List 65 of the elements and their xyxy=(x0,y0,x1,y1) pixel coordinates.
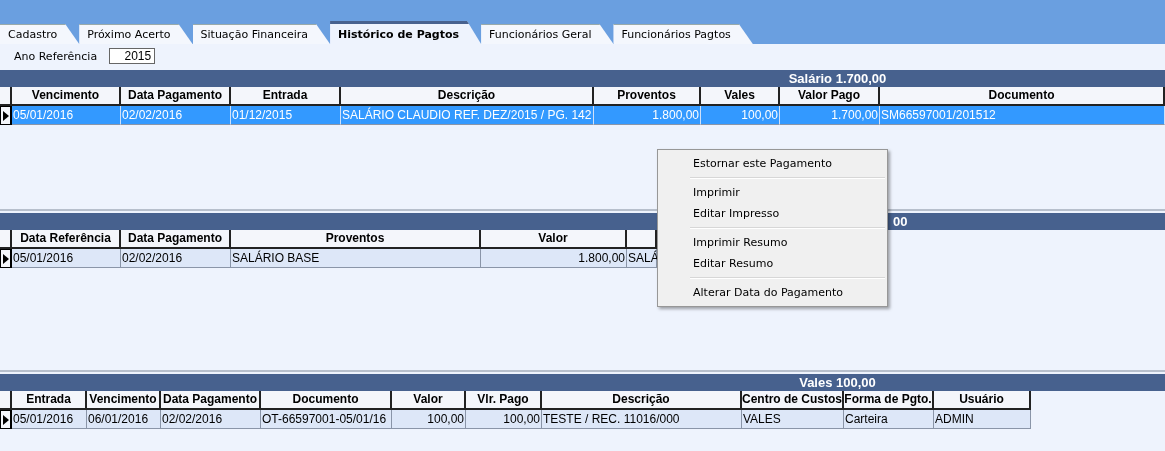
column-header[interactable]: Centro de Custos xyxy=(742,391,844,410)
menu-item[interactable]: Editar Resumo xyxy=(660,253,885,274)
table-cell: 100,00 xyxy=(701,106,780,125)
column-header[interactable]: Entrada xyxy=(231,87,341,106)
row-pointer-icon xyxy=(2,110,9,121)
column-header[interactable]: Entrada xyxy=(12,391,87,410)
row-pointer-icon xyxy=(2,414,9,425)
panel-title: 00 xyxy=(893,214,908,229)
tab[interactable]: Próximo Acerto xyxy=(79,24,193,44)
column-header[interactable]: Descrição xyxy=(542,391,742,410)
column-header[interactable]: Valor xyxy=(481,230,627,249)
table-cell: 06/01/2016 xyxy=(87,410,161,429)
column-header[interactable]: Vales xyxy=(701,87,780,106)
table-cell: 1.800,00 xyxy=(481,249,627,268)
column-header[interactable] xyxy=(627,230,657,249)
column-header[interactable]: Data Pagamento xyxy=(121,87,231,106)
table-cell: 1.800,00 xyxy=(594,106,701,125)
row-pointer-icon xyxy=(2,253,9,264)
tab[interactable]: Funcionários Pagtos xyxy=(613,24,753,44)
column-header[interactable]: Data Referência xyxy=(12,230,121,249)
table-cell: Carteira xyxy=(844,410,934,429)
table-cell: TESTE / REC. 11016/000 xyxy=(542,410,742,429)
tab[interactable]: Histórico de Pagtos xyxy=(330,21,482,44)
column-header[interactable]: Vencimento xyxy=(87,391,161,410)
menu-item[interactable]: Alterar Data do Pagamento xyxy=(660,282,885,303)
column-header[interactable]: Valor xyxy=(392,391,466,410)
panel-title: Salário 1.700,00 xyxy=(788,71,887,86)
table-cell: VALES xyxy=(742,410,844,429)
menu-item[interactable]: Imprimir xyxy=(660,182,885,203)
column-header[interactable]: Proventos xyxy=(594,87,701,106)
panel-title: Vales 100,00 xyxy=(799,375,876,390)
column-header[interactable]: Data Pagamento xyxy=(121,230,231,249)
menu-item[interactable]: Imprimir Resumo xyxy=(660,232,885,253)
table-cell: 05/01/2016 xyxy=(12,410,87,429)
tab[interactable]: Funcionários Geral xyxy=(481,24,614,44)
table-cell: 02/02/2016 xyxy=(121,106,231,125)
column-header[interactable]: Valor Pago xyxy=(780,87,880,106)
year-field[interactable]: 2015 xyxy=(109,48,156,64)
column-header[interactable]: Data Pagamento xyxy=(161,391,261,410)
table-cell: OT-66597001-05/01/16 xyxy=(261,410,392,429)
column-header[interactable]: Vencimento xyxy=(12,87,121,106)
year-label: Ano Referência xyxy=(14,49,98,63)
tab[interactable]: Cadastro xyxy=(0,24,80,44)
table-cell: SM66597001/201512 xyxy=(880,106,1165,125)
column-header[interactable]: Vlr. Pago xyxy=(466,391,542,410)
column-header[interactable]: Usuário xyxy=(934,391,1031,410)
tab[interactable]: Situação Financeira xyxy=(192,24,331,44)
column-header[interactable]: Proventos xyxy=(231,230,481,249)
table-cell: 100,00 xyxy=(466,410,542,429)
table-cell: SALÁRIO BASE xyxy=(231,249,481,268)
table-cell: 01/12/2015 xyxy=(231,106,341,125)
column-header[interactable]: Descrição xyxy=(341,87,594,106)
table-cell: 05/01/2016 xyxy=(12,249,121,268)
column-header[interactable]: Documento xyxy=(880,87,1165,106)
column-header[interactable]: Documento xyxy=(261,391,392,410)
table-cell: SALÁRIO CLAUDIO REF. DEZ/2015 / PG. 142 xyxy=(341,106,594,125)
table-cell: 100,00 xyxy=(392,410,466,429)
menu-item[interactable]: Editar Impresso xyxy=(660,203,885,224)
table-cell: 02/02/2016 xyxy=(121,249,231,268)
table-cell: 1.700,00 xyxy=(780,106,880,125)
column-header[interactable]: Forma de Pgto. xyxy=(844,391,934,410)
table-cell: 05/01/2016 xyxy=(12,106,121,125)
table-cell: 02/02/2016 xyxy=(161,410,261,429)
table-cell: ADMIN xyxy=(934,410,1031,429)
menu-item[interactable]: Estornar este Pagamento xyxy=(660,153,885,174)
